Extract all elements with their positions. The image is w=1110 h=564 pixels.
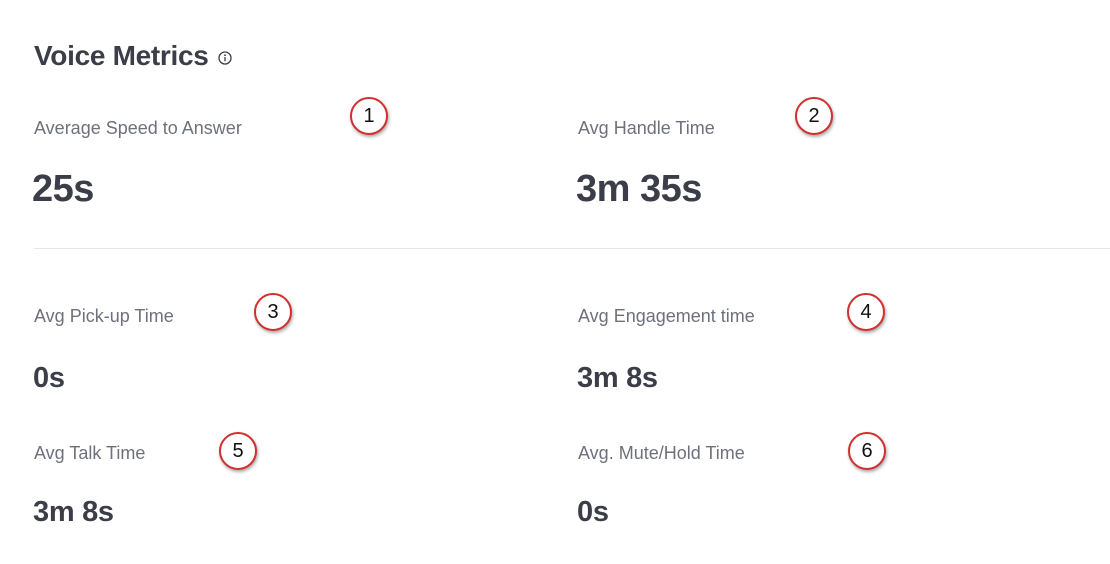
- metric-value-avg-engagement-time: 3m 8s: [577, 362, 658, 394]
- annotation-badge-3: 3: [254, 293, 292, 331]
- annotation-badge-1: 1: [350, 97, 388, 135]
- metric-label-avg-engagement-time: Avg Engagement time: [578, 306, 755, 326]
- annotation-badge-5: 5: [219, 432, 257, 470]
- metric-label-avg-handle-time: Avg Handle Time: [578, 118, 715, 138]
- voice-metrics-header: Voice Metrics: [34, 40, 232, 72]
- metric-value-average-speed-to-answer: 25s: [32, 168, 94, 210]
- section-divider: [34, 248, 1110, 249]
- section-title: Voice Metrics: [34, 40, 209, 71]
- metric-label-avg-pick-up-time: Avg Pick-up Time: [34, 306, 174, 326]
- metric-label-average-speed-to-answer: Average Speed to Answer: [34, 118, 242, 138]
- metric-value-avg-mute-hold-time: 0s: [577, 496, 609, 528]
- metric-label-avg-talk-time: Avg Talk Time: [34, 443, 146, 463]
- metric-value-avg-pick-up-time: 0s: [33, 362, 65, 394]
- annotation-badge-2: 2: [795, 97, 833, 135]
- metric-label-avg-mute-hold-time: Avg. Mute/Hold Time: [578, 443, 745, 463]
- metric-value-avg-talk-time: 3m 8s: [33, 496, 114, 528]
- info-circle-icon[interactable]: [217, 51, 232, 65]
- annotation-badge-6: 6: [848, 432, 886, 470]
- metric-value-avg-handle-time: 3m 35s: [576, 168, 702, 210]
- annotation-badge-4: 4: [847, 293, 885, 331]
